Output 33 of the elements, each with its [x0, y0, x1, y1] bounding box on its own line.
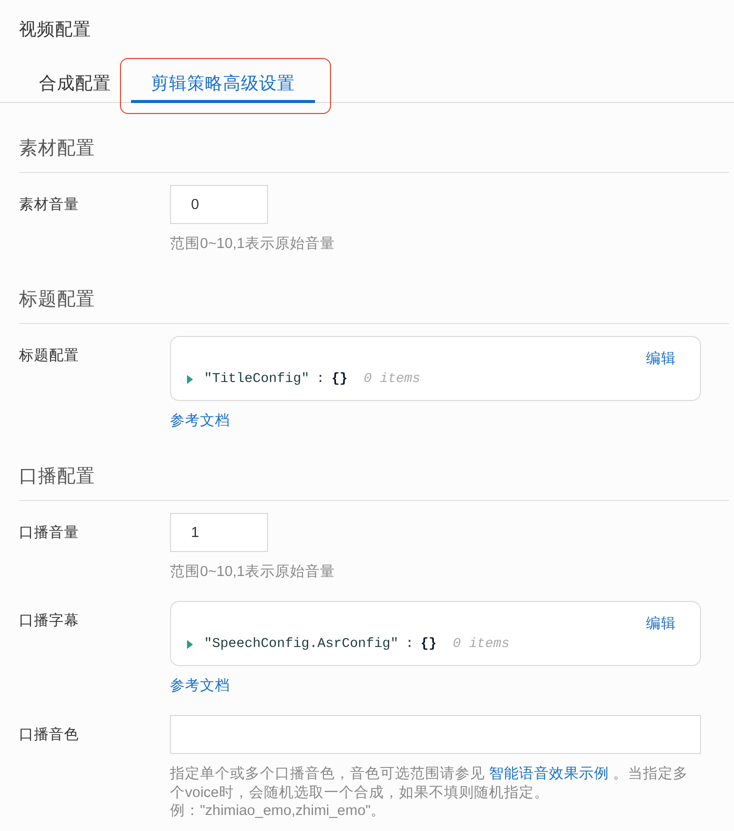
- help-text: 范围0~10,1表示原始音量: [170, 234, 335, 254]
- text-input[interactable]: [170, 715, 701, 754]
- json-key: "TitleConfig": [204, 372, 310, 386]
- caret-icon[interactable]: [187, 374, 193, 384]
- docs-link[interactable]: 参考文档: [170, 411, 230, 431]
- json-braces: {}: [331, 372, 348, 386]
- help-text: 指定单个或多个口播音色，音色可选范围请参见 智能语音效果示例 。当指定多个voice时，会随机选取一个合成，如果不填则随机指定。: [170, 765, 690, 802]
- help-text: 范围0~10,1表示原始音量: [170, 562, 335, 582]
- docs-link[interactable]: 参考文档: [170, 676, 230, 696]
- section-heading: 标题配置: [19, 287, 95, 311]
- page-title: 视频配置: [19, 18, 91, 41]
- item-count: 0 items: [364, 372, 420, 386]
- json-separator: :: [405, 636, 414, 652]
- tab[interactable]: 合成配置: [19, 61, 131, 103]
- json-braces: {}: [420, 636, 437, 652]
- item-count: 0 items: [452, 636, 510, 652]
- edit-link[interactable]: 编辑: [646, 349, 676, 369]
- json-key: "SpeechConfig.AsrConfig": [204, 636, 398, 652]
- voice-samples-link[interactable]: 智能语音效果示例: [489, 766, 610, 782]
- caret-icon[interactable]: [187, 640, 193, 648]
- field-label: 口播音色: [19, 726, 79, 745]
- field-label: 口播音量: [19, 524, 79, 543]
- edit-link[interactable]: 编辑: [646, 614, 676, 634]
- field-label: 素材音量: [19, 196, 79, 215]
- field-label: 口播字幕: [19, 612, 79, 631]
- section-heading: 口播配置: [19, 464, 95, 488]
- json-separator: :: [316, 372, 324, 386]
- number-input[interactable]: 0: [170, 185, 268, 224]
- section-heading: 素材配置: [19, 136, 95, 160]
- example-text: 例："zhimiao_emo,zhimi_emo"。: [170, 802, 386, 820]
- field-label: 标题配置: [19, 347, 79, 366]
- number-input[interactable]: 1: [170, 513, 268, 552]
- tab[interactable]: 剪辑策略高级设置: [131, 61, 315, 103]
